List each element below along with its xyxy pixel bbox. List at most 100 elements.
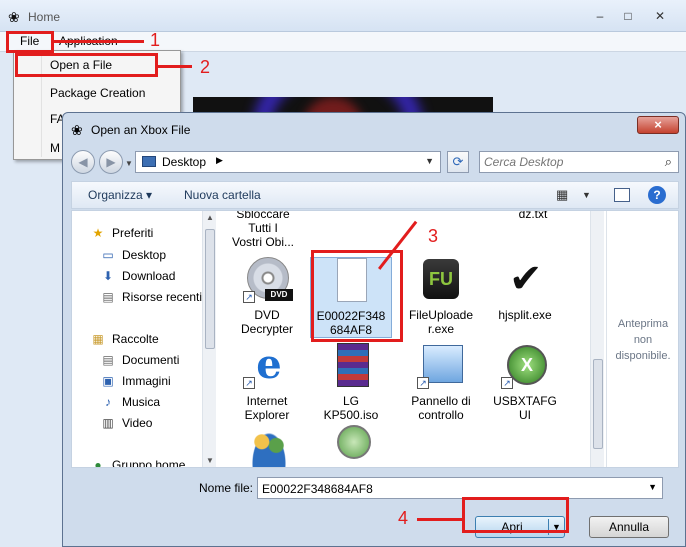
scroll-thumb[interactable] <box>205 229 215 349</box>
scroll-down-icon[interactable]: ▼ <box>206 456 214 465</box>
file-label: KP500.iso <box>323 408 379 422</box>
nav-label: Preferiti <box>112 226 154 240</box>
images-icon: ▣ <box>102 374 114 388</box>
file-item[interactable]: e ↗ Internet Explorer <box>226 343 308 422</box>
file-item[interactable]: DVD ↗ DVD Decrypter <box>226 257 308 336</box>
checkmark-icon: ✔ <box>509 257 543 301</box>
dialog-toolbar: Organizza ▾ Nuova cartella ▦ ▼ ? <box>71 181 679 209</box>
history-dropdown-icon[interactable]: ▼ <box>125 159 133 168</box>
file-label: hjsplit.exe <box>498 308 552 322</box>
preview-message: Anteprima non disponibile. <box>607 316 679 364</box>
annotation-box-file <box>6 31 54 53</box>
xbox-icon <box>323 425 379 467</box>
address-bar[interactable]: Desktop ▶ ▼ <box>135 151 441 173</box>
cancel-button[interactable]: Annulla <box>589 516 669 538</box>
file-label: LG <box>342 394 359 408</box>
annotation-line <box>417 518 462 521</box>
nav-label: Documenti <box>122 353 180 367</box>
file-label: Internet <box>246 394 288 408</box>
file-item[interactable]: X ↗ USBXTAFG UI <box>484 343 566 422</box>
dialog-close-button[interactable]: × <box>637 116 679 134</box>
minimize-icon[interactable]: – <box>588 8 612 24</box>
winrar-icon <box>323 343 379 391</box>
annotation-box-open-button <box>462 497 569 533</box>
file-label: Vostri Obi... <box>231 235 295 249</box>
paw-icon: ❀ <box>71 122 83 138</box>
main-window-title: Home <box>28 10 61 24</box>
view-options-icon[interactable]: ▦ <box>556 187 568 203</box>
file-item[interactable]: LG KP500.iso <box>310 343 392 422</box>
file-item[interactable] <box>226 429 308 467</box>
star-icon: ★ <box>92 226 104 240</box>
file-label: Tutti I <box>248 221 278 235</box>
breadcrumb-arrow-icon[interactable]: ▶ <box>216 155 223 166</box>
file-label: dz.txt <box>518 211 548 221</box>
homegroup-icon: ● <box>94 458 102 467</box>
file-item[interactable]: Sbloccare Tutti I Vostri Obi... <box>222 211 304 249</box>
address-row: ◀ ▶ ▼ Desktop ▶ ▼ ⟳ ⌕ <box>71 149 679 175</box>
preview-text: disponibile. <box>615 350 671 362</box>
nav-scrollbar[interactable]: ▲ ▼ <box>202 211 216 467</box>
filename-input[interactable] <box>262 481 642 497</box>
file-list-scrollbar[interactable] <box>590 211 604 467</box>
preview-pane-icon[interactable] <box>614 188 630 202</box>
library-icon: ▦ <box>92 332 104 346</box>
nav-label: Risorse recenti <box>122 290 202 304</box>
file-label: Explorer <box>244 408 290 422</box>
file-label: FileUploade <box>408 308 474 322</box>
paw-icon: ❀ <box>8 9 20 25</box>
annotation-label-1: 1 <box>150 30 161 50</box>
nav-label: Immagini <box>122 374 171 388</box>
control-panel-icon: ↗ <box>413 343 469 391</box>
help-icon[interactable]: ? <box>648 186 666 204</box>
dvd-icon: DVD ↗ <box>239 257 295 305</box>
nav-label: Desktop <box>122 248 167 262</box>
maximize-icon[interactable]: □ <box>616 8 640 24</box>
file-label: controllo <box>418 408 464 422</box>
internet-explorer-icon: e ↗ <box>239 343 295 391</box>
refresh-button[interactable]: ⟳ <box>447 151 469 173</box>
preview-text: non <box>633 334 653 346</box>
chevron-down-icon[interactable]: ▼ <box>425 156 434 166</box>
dialog-title-bar: ❀ Open an Xbox File × <box>63 113 685 145</box>
file-item[interactable]: FU FileUploade r.exe <box>400 257 482 336</box>
annotation-box-open <box>15 53 158 77</box>
nav-label: Video <box>122 416 153 430</box>
file-label: UI <box>519 408 531 422</box>
new-folder-button[interactable]: Nuova cartella <box>184 188 261 202</box>
annotation-label-3: 3 <box>428 226 439 246</box>
main-title-bar: ❀ Home – □ ✕ <box>0 0 686 32</box>
file-label: USBXTAFG <box>493 394 557 408</box>
scroll-up-icon[interactable]: ▲ <box>206 213 214 222</box>
desktop-icon: ▭ <box>102 248 114 262</box>
people-icon <box>239 429 295 467</box>
menu-item-package-creation[interactable]: Package Creation <box>14 82 180 104</box>
fileuploader-icon: FU <box>413 257 469 305</box>
annotation-label-4: 4 <box>398 508 409 528</box>
nav-label: Download <box>122 269 176 283</box>
search-icon: ⌕ <box>664 154 672 169</box>
recent-icon: ▤ <box>102 290 114 304</box>
search-input[interactable] <box>484 154 654 170</box>
file-item[interactable]: ✔ hjsplit.exe <box>484 257 566 322</box>
chevron-down-icon[interactable]: ▼ <box>648 482 657 492</box>
file-item[interactable]: dz.txt <box>492 211 574 221</box>
file-item[interactable]: ↗ Pannello di controllo <box>400 343 482 422</box>
filename-label: Nome file: <box>199 481 254 495</box>
organize-button[interactable]: Organizza ▾ <box>88 188 152 202</box>
navigation-pane: ★ Preferiti ▭ Desktop ⬇ Download ▤ Risor… <box>72 211 202 467</box>
dialog-title: Open an Xbox File <box>91 123 191 137</box>
scroll-thumb[interactable] <box>593 359 603 449</box>
search-box[interactable]: ⌕ <box>479 151 679 173</box>
documents-icon: ▤ <box>102 353 114 367</box>
close-icon[interactable]: ✕ <box>648 8 672 24</box>
address-location[interactable]: Desktop <box>162 155 206 169</box>
nav-label: Musica <box>122 395 161 409</box>
forward-button[interactable]: ▶ <box>99 150 123 174</box>
file-label: Decrypter <box>240 322 293 336</box>
dialog-footer: Nome file: ▼ Apri ▼ Annulla <box>71 469 679 544</box>
file-item[interactable] <box>310 425 392 467</box>
chevron-down-icon[interactable]: ▼ <box>582 190 591 200</box>
back-button[interactable]: ◀ <box>71 150 95 174</box>
filename-field[interactable]: ▼ <box>257 477 663 499</box>
